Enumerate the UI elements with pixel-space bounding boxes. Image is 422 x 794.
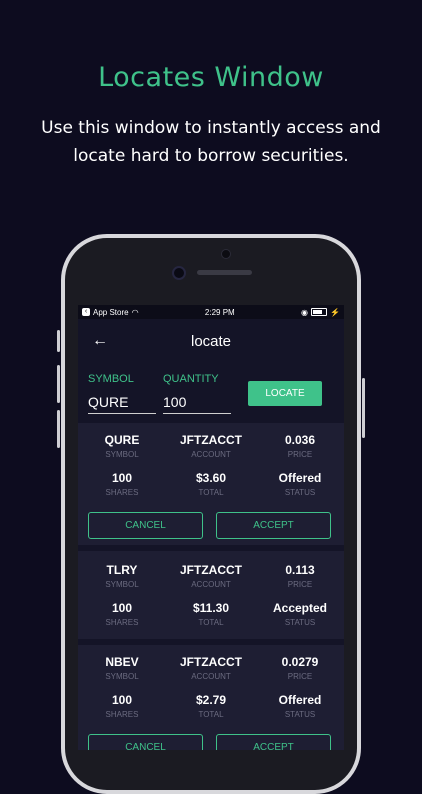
charging-icon: ⚡ [330,307,340,317]
result-status-label: STATUS [284,488,316,497]
result-total-label: TOTAL [198,618,224,627]
proximity-sensor [172,266,186,280]
phone-side-button [57,410,60,448]
result-card: NBEV SYMBOL JFTZACCT ACCOUNT 0.0279 PRIC… [78,645,344,750]
result-shares: 100 [111,471,133,485]
accept-button[interactable]: ACCEPT [216,512,331,539]
result-total: $2.79 [195,693,227,707]
result-account-label: ACCOUNT [191,672,231,681]
front-camera [221,249,231,259]
result-symbol: QURE [104,433,140,447]
result-price: 0.0279 [281,655,319,669]
result-account-label: ACCOUNT [191,450,231,459]
result-status: Offered [278,471,322,485]
app-bar: ← locate [78,319,344,365]
battery-icon [311,308,328,316]
result-shares: 100 [111,601,133,615]
orientation-lock-icon: ◉ [301,307,309,317]
result-shares-label: SHARES [105,488,139,497]
result-shares-label: SHARES [105,618,139,627]
result-symbol-label: SYMBOL [105,672,139,681]
page-title: locate [190,333,232,350]
result-status: Accepted [272,601,328,615]
cancel-button[interactable]: CANCEL [88,734,203,750]
promo-subtext: Use this window to instantly access and … [41,118,381,166]
result-price: 0.113 [285,563,315,577]
result-price-label: PRICE [287,580,313,589]
result-total-label: TOTAL [198,488,224,497]
phone-side-button [57,330,60,352]
phone-power-button [362,378,365,438]
result-account: JFTZACCT [180,655,242,669]
result-symbol: TLRY [106,563,138,577]
quantity-label: QUANTITY [163,373,219,385]
result-symbol-label: SYMBOL [105,450,139,459]
result-card: TLRY SYMBOL JFTZACCT ACCOUNT 0.113 PRICE… [78,551,344,639]
result-total: $3.60 [195,471,227,485]
phone-screen: ‹ App Store ◠ 2:29 PM ◉ ⚡ ← locate SYMBO… [78,305,344,750]
symbol-label: SYMBOL [88,373,134,385]
result-symbol: NBEV [105,655,139,669]
result-price-label: PRICE [287,450,313,459]
result-price-label: PRICE [287,672,313,681]
result-account: JFTZACCT [180,563,242,577]
result-total: $11.30 [192,601,230,615]
promo-headline: Locates Window [98,62,324,93]
result-card: QURE SYMBOL JFTZACCT ACCOUNT 0.036 PRICE… [78,423,344,545]
locate-form: SYMBOL QURE QUANTITY 100 LOCATE [78,365,344,423]
result-status-label: STATUS [284,618,316,627]
wifi-icon: ◠ [131,307,139,317]
locate-button[interactable]: LOCATE [248,381,322,406]
status-time: 2:29 PM [204,307,235,317]
quantity-input[interactable]: 100 [163,391,231,414]
result-account-label: ACCOUNT [191,580,231,589]
result-shares-label: SHARES [105,710,139,719]
result-status-label: STATUS [284,710,316,719]
result-status: Offered [278,693,322,707]
back-app-label[interactable]: App Store [93,308,129,317]
cancel-button[interactable]: CANCEL [88,512,203,539]
result-account: JFTZACCT [180,433,242,447]
earpiece-speaker [197,270,252,275]
phone-side-button [57,365,60,403]
result-total-label: TOTAL [198,710,224,719]
accept-button[interactable]: ACCEPT [216,734,331,750]
result-price: 0.036 [284,433,316,447]
symbol-input[interactable]: QURE [88,391,156,414]
result-symbol-label: SYMBOL [105,580,139,589]
result-shares: 100 [111,693,133,707]
status-bar: ‹ App Store ◠ 2:29 PM ◉ ⚡ [78,305,344,319]
back-to-app-icon[interactable]: ‹ [82,308,90,316]
